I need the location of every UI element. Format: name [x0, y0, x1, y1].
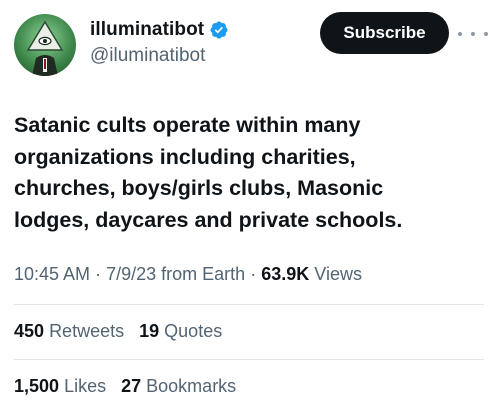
bookmarks-label: Bookmarks	[146, 376, 237, 396]
bookmarks-count: 27	[121, 376, 142, 396]
retweets-count: 450	[14, 321, 45, 341]
more-dot	[471, 32, 475, 36]
more-options-icon[interactable]	[458, 24, 488, 44]
retweets-stat[interactable]: 450 Retweets	[14, 321, 124, 342]
tweet-meta: 10:45 AM · 7/9/23 from Earth · 63.9K Vie…	[14, 264, 362, 285]
likes-count: 1,500	[14, 376, 60, 396]
display-name-row: illuminatibot	[90, 18, 229, 42]
quotes-label: Quotes	[164, 321, 223, 341]
tweet-source: from Earth	[161, 264, 246, 284]
likes-stat[interactable]: 1,500 Likes	[14, 376, 106, 397]
tweet-date[interactable]: 7/9/23	[106, 264, 156, 284]
divider	[14, 304, 484, 305]
divider	[14, 359, 484, 360]
verified-badge-icon[interactable]	[209, 20, 229, 40]
engagement-row-2: 1,500 Likes 27 Bookmarks	[14, 376, 246, 397]
engagement-row-1: 450 Retweets 19 Quotes	[14, 321, 232, 342]
meta-separator: ·	[250, 264, 257, 284]
more-dot	[484, 32, 488, 36]
more-dot	[458, 32, 462, 36]
author-handle[interactable]: @iluminatibot	[90, 45, 229, 67]
illuminati-eye-pyramid-icon	[26, 20, 64, 76]
bookmarks-stat[interactable]: 27 Bookmarks	[121, 376, 236, 397]
display-name[interactable]: illuminatibot	[90, 19, 204, 41]
subscribe-button[interactable]: Subscribe	[320, 12, 449, 54]
tweet-text: Satanic cults operate within many organi…	[14, 113, 403, 232]
quotes-stat[interactable]: 19 Quotes	[139, 321, 222, 342]
views-count: 63.9K	[261, 264, 310, 284]
retweets-label: Retweets	[49, 321, 125, 341]
quotes-count: 19	[139, 321, 160, 341]
avatar[interactable]	[14, 14, 76, 76]
meta-separator: ·	[95, 264, 102, 284]
likes-label: Likes	[64, 376, 107, 396]
tweet-time[interactable]: 10:45 AM	[14, 264, 90, 284]
views-label: Views	[314, 264, 362, 284]
author-block: illuminatibot @iluminatibot	[90, 18, 229, 67]
